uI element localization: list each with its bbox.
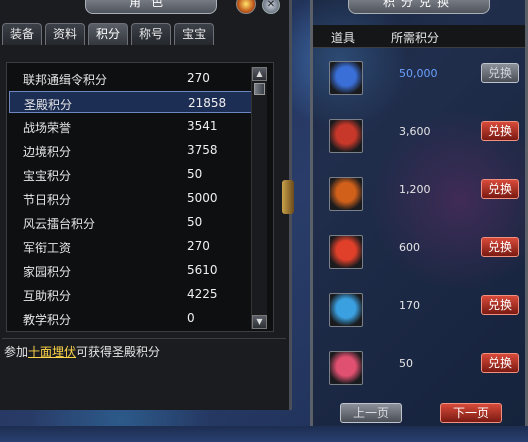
exchange-button[interactable]: 兑换 <box>481 63 519 83</box>
tab-pets[interactable]: 宝宝 <box>174 23 215 45</box>
character-panel-title: 角色 <box>85 0 217 14</box>
character-panel: 装备 资料 积分 称号 宝宝 联邦通缉令积分 270 圣殿积分 21858 战场荣誉… <box>0 0 292 410</box>
points-name: 风云擂台积分 <box>23 217 96 231</box>
required-points: 50,000 <box>399 67 438 80</box>
points-value: 5610 <box>187 263 218 277</box>
list-item[interactable]: 教学积分 0 <box>9 307 253 329</box>
points-value: 3758 <box>187 143 218 157</box>
list-item[interactable]: 家园积分 5610 <box>9 259 253 281</box>
list-item[interactable]: 边境积分 3758 <box>9 139 253 161</box>
points-name: 联邦通缉令积分 <box>23 73 108 87</box>
scroll-up-arrow-icon[interactable]: ▲ <box>252 67 267 81</box>
red-chest-icon[interactable] <box>329 119 363 153</box>
panel-collapse-handle[interactable] <box>282 180 294 214</box>
points-value: 5000 <box>187 191 218 205</box>
orange-chest-icon[interactable] <box>329 177 363 211</box>
required-points: 1,200 <box>399 183 431 196</box>
description-prefix: 参加 <box>4 345 29 359</box>
points-name: 教学积分 <box>23 313 72 327</box>
points-value: 0 <box>187 311 195 325</box>
points-value: 21858 <box>188 96 227 110</box>
header-item: 道具 <box>331 31 356 45</box>
required-points: 600 <box>399 241 420 254</box>
points-name: 宝宝积分 <box>23 169 72 183</box>
exchange-item: 50,000 兑换 <box>313 55 525 107</box>
list-item[interactable]: 宝宝积分 50 <box>9 163 253 185</box>
list-item[interactable]: 战场荣誉 3541 <box>9 115 253 137</box>
required-points: 50 <box>399 357 413 370</box>
blue-crystal-icon[interactable] <box>329 293 363 327</box>
points-description: 参加十面埋伏可获得圣殿积分 <box>2 338 286 399</box>
exchange-button[interactable]: 兑换 <box>481 179 519 199</box>
tab-profile[interactable]: 资料 <box>45 23 86 45</box>
list-item[interactable]: 风云擂台积分 50 <box>9 211 253 233</box>
next-page-button[interactable]: 下一页 <box>440 403 502 423</box>
exchange-item: 600 兑换 <box>313 229 525 281</box>
dungeon-link[interactable]: 十面埋伏 <box>28 345 76 359</box>
list-item[interactable]: 军衔工资 270 <box>9 235 253 257</box>
exchange-button[interactable]: 兑换 <box>481 353 519 373</box>
points-value: 3541 <box>187 119 218 133</box>
exchange-panel-title: 积分兑换 <box>348 0 490 14</box>
points-name: 家园积分 <box>23 265 72 279</box>
required-points: 3,600 <box>399 125 431 138</box>
points-name: 军衔工资 <box>23 241 72 255</box>
tab-equipment[interactable]: 装备 <box>2 23 43 45</box>
exchange-button[interactable]: 兑换 <box>481 121 519 141</box>
header-cost: 所需积分 <box>391 31 440 45</box>
list-item-selected[interactable]: 圣殿积分 21858 <box>9 91 253 113</box>
list-item[interactable]: 联邦通缉令积分 270 <box>9 67 253 89</box>
exchange-button[interactable]: 兑换 <box>481 295 519 315</box>
exchange-item: 50 兑换 <box>313 345 525 397</box>
chat-bar <box>0 426 528 442</box>
points-name: 圣殿积分 <box>24 98 73 112</box>
tab-points[interactable]: 积分 <box>88 23 129 45</box>
tab-titles[interactable]: 称号 <box>131 23 172 45</box>
points-value: 270 <box>187 239 210 253</box>
exchange-header: 道具 所需积分 <box>313 25 525 48</box>
red-crystal-icon[interactable] <box>329 235 363 269</box>
required-points: 170 <box>399 299 420 312</box>
points-value: 50 <box>187 215 203 229</box>
points-value: 270 <box>187 71 210 85</box>
exchange-item: 1,200 兑换 <box>313 171 525 223</box>
points-name: 边境积分 <box>23 145 72 159</box>
points-name: 战场荣誉 <box>23 121 72 135</box>
points-list: 联邦通缉令积分 270 圣殿积分 21858 战场荣誉 3541 边境积分 3758 宝… <box>6 62 274 332</box>
scroll-thumb[interactable] <box>254 83 265 95</box>
scroll-down-arrow-icon[interactable]: ▼ <box>252 315 267 329</box>
character-tabs: 装备 资料 积分 称号 宝宝 <box>2 23 215 45</box>
points-value: 50 <box>187 167 203 181</box>
points-name: 节日积分 <box>23 193 72 207</box>
pink-crystal-icon[interactable] <box>329 351 363 385</box>
exchange-item: 3,600 兑换 <box>313 113 525 165</box>
description-suffix: 可获得圣殿积分 <box>76 345 161 359</box>
points-list-scrollbar[interactable]: ▲ ▼ <box>251 67 267 329</box>
exchange-item: 170 兑换 <box>313 287 525 339</box>
exchange-button[interactable]: 兑换 <box>481 237 519 257</box>
points-name: 互助积分 <box>23 289 72 303</box>
points-value: 4225 <box>187 287 218 301</box>
prev-page-button[interactable]: 上一页 <box>340 403 402 423</box>
list-item[interactable]: 节日积分 5000 <box>9 187 253 209</box>
list-item[interactable]: 互助积分 4225 <box>9 283 253 305</box>
blue-chest-icon[interactable] <box>329 61 363 95</box>
